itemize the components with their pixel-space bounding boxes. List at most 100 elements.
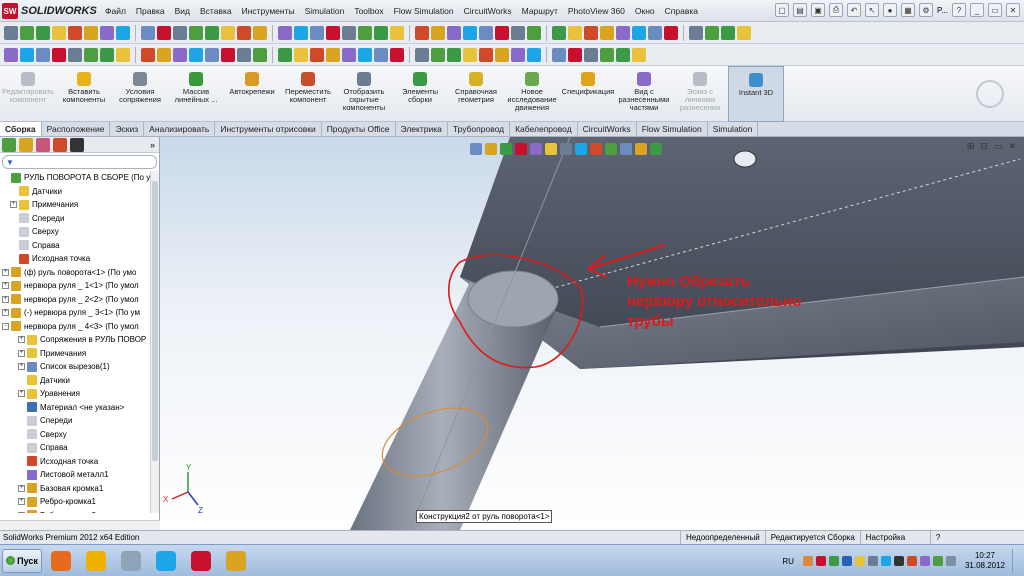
ribbon-linear-pattern-button[interactable]: Массив линейных ... bbox=[168, 66, 224, 122]
view-tool-icon[interactable] bbox=[36, 47, 50, 62]
zoom-area-icon[interactable] bbox=[485, 143, 497, 155]
section-view-icon[interactable] bbox=[515, 143, 527, 155]
taskbar-firefox-button[interactable] bbox=[45, 547, 77, 575]
tab-10[interactable]: Flow Simulation bbox=[637, 122, 708, 136]
rotate-icon[interactable] bbox=[620, 143, 632, 155]
view-tool-icon[interactable] bbox=[253, 47, 267, 62]
sketch-tool-icon[interactable] bbox=[479, 25, 493, 40]
tab-1[interactable]: Расположение bbox=[42, 122, 111, 136]
view-tool-icon[interactable] bbox=[173, 47, 187, 62]
sketch-tool-icon[interactable] bbox=[4, 25, 18, 40]
feature-tree-tab-icon[interactable] bbox=[2, 137, 16, 152]
start-button[interactable]: Пуск bbox=[2, 548, 42, 573]
tree-expander-icon[interactable]: - bbox=[2, 322, 9, 330]
sketch-tool-icon[interactable] bbox=[495, 25, 509, 40]
save-icon[interactable]: ▣ bbox=[811, 3, 826, 17]
sketch-tool-icon[interactable] bbox=[689, 25, 703, 40]
tree-item[interactable]: Материал <не указан> bbox=[0, 401, 150, 415]
taskbar-paint-button[interactable] bbox=[220, 547, 252, 575]
restore-icon[interactable]: ▭ bbox=[988, 3, 1002, 17]
minimize-icon[interactable]: _ bbox=[970, 3, 984, 17]
rebuild-icon[interactable]: ● bbox=[883, 3, 898, 17]
options-icon[interactable]: ⚙ bbox=[919, 3, 934, 17]
undo-icon[interactable]: ↶ bbox=[847, 3, 862, 17]
feature-tree-hscrollbar[interactable] bbox=[0, 520, 160, 530]
sketch-tool-icon[interactable] bbox=[447, 25, 461, 40]
feature-tree-filter[interactable]: ▼ bbox=[2, 155, 157, 169]
status-help[interactable]: ? bbox=[929, 530, 945, 545]
tab-7[interactable]: Трубопровод bbox=[448, 122, 511, 136]
ribbon-move-component-button[interactable]: Переместить компонент bbox=[280, 66, 336, 122]
view-tool-icon[interactable] bbox=[141, 47, 155, 62]
tree-expander-icon[interactable]: + bbox=[2, 309, 9, 317]
sketch-tool-icon[interactable] bbox=[221, 25, 235, 40]
tree-expander-icon[interactable]: + bbox=[10, 201, 17, 209]
taskbar-calculator-button[interactable] bbox=[115, 547, 147, 575]
sketch-tool-icon[interactable] bbox=[431, 25, 445, 40]
ribbon-reference-geometry-button[interactable]: Справочная геометрия bbox=[448, 66, 504, 122]
tree-item[interactable]: Датчики bbox=[0, 185, 150, 199]
sketch-tool-icon[interactable] bbox=[68, 25, 82, 40]
tree-item[interactable]: + Сопряжения в РУЛЬ ПОВОР bbox=[0, 333, 150, 347]
triad[interactable] bbox=[171, 472, 199, 506]
apply-scene-icon[interactable] bbox=[590, 143, 602, 155]
redraw-icon[interactable] bbox=[650, 143, 662, 155]
view-tool-icon[interactable] bbox=[116, 47, 130, 62]
sketch-tool-icon[interactable] bbox=[253, 25, 267, 40]
view-tool-icon[interactable] bbox=[342, 47, 356, 62]
view-tool-icon[interactable] bbox=[495, 47, 509, 62]
view-tool-icon[interactable] bbox=[632, 47, 646, 62]
taskbar-skype-button[interactable] bbox=[150, 547, 182, 575]
view-tool-icon[interactable] bbox=[552, 47, 566, 62]
dimxpert-tab-icon[interactable] bbox=[53, 137, 67, 152]
ribbon-smart-fasteners-button[interactable]: Автокрепежи bbox=[224, 66, 280, 122]
tree-item[interactable]: Исходная точка bbox=[0, 455, 150, 469]
tray-app-icon-1[interactable] bbox=[802, 556, 813, 566]
sketch-tool-icon[interactable] bbox=[463, 25, 477, 40]
tree-expander-icon[interactable]: + bbox=[2, 295, 9, 303]
display-manager-tab-icon[interactable] bbox=[70, 137, 84, 152]
tile-view-icon[interactable]: ⊟ bbox=[980, 141, 988, 152]
sketch-tool-icon[interactable] bbox=[237, 25, 251, 40]
configuration-manager-tab-icon[interactable] bbox=[36, 137, 50, 152]
tree-expander-icon[interactable]: + bbox=[18, 498, 25, 506]
sketch-tool-icon[interactable] bbox=[342, 25, 356, 40]
help-icon[interactable]: ? bbox=[952, 3, 966, 17]
sketch-tool-icon[interactable] bbox=[390, 25, 404, 40]
tab-5[interactable]: Продукты Office bbox=[322, 122, 396, 136]
sketch-tool-icon[interactable] bbox=[600, 25, 614, 40]
sketch-tool-icon[interactable] bbox=[511, 25, 525, 40]
tree-item[interactable]: Сверху bbox=[0, 225, 150, 239]
ribbon-mate-button[interactable]: Условия сопряжения bbox=[112, 66, 168, 122]
volume-icon[interactable] bbox=[945, 556, 956, 566]
solidworks-logo[interactable]: SW SOLIDWORKS bbox=[2, 2, 97, 20]
sketch-tool-icon[interactable] bbox=[358, 25, 372, 40]
view-tool-icon[interactable] bbox=[568, 47, 582, 62]
sketch-tool-icon[interactable] bbox=[189, 25, 203, 40]
menu-item[interactable]: Маршрут bbox=[517, 6, 563, 16]
tray-app-icon-8[interactable] bbox=[893, 556, 904, 566]
display-style-icon[interactable] bbox=[545, 143, 557, 155]
tab-8[interactable]: Кабелепровод bbox=[510, 122, 578, 136]
sketch-tool-icon[interactable] bbox=[157, 25, 171, 40]
tree-item[interactable]: - нервюра руля _ 4<3> (По умол bbox=[0, 320, 150, 334]
sketch-tool-icon[interactable] bbox=[616, 25, 630, 40]
sketch-tool-icon[interactable] bbox=[141, 25, 155, 40]
view-tool-icon[interactable] bbox=[20, 47, 34, 62]
menu-item[interactable]: Вставка bbox=[195, 6, 237, 16]
view-tool-icon[interactable] bbox=[374, 47, 388, 62]
menu-item[interactable]: Flow Simulation bbox=[389, 6, 459, 16]
tree-item[interactable]: + Примечания bbox=[0, 198, 150, 212]
model-view[interactable]: Y X Z bbox=[160, 137, 1024, 530]
tray-app-icon-6[interactable] bbox=[867, 556, 878, 566]
tree-item[interactable]: + нервюра руля _ 2<2> (По умол bbox=[0, 293, 150, 307]
rib-hole[interactable] bbox=[733, 150, 757, 168]
tree-item[interactable]: + (ф) руль поворота<1> (По умо bbox=[0, 266, 150, 280]
edit-appearance-icon[interactable] bbox=[575, 143, 587, 155]
view-tool-icon[interactable] bbox=[358, 47, 372, 62]
tray-app-icon-10[interactable] bbox=[919, 556, 930, 566]
tree-item[interactable]: Справа bbox=[0, 441, 150, 455]
previous-view-icon[interactable] bbox=[500, 143, 512, 155]
sketch-tool-icon[interactable] bbox=[705, 25, 719, 40]
feature-tree-scrollbar[interactable] bbox=[150, 171, 159, 513]
